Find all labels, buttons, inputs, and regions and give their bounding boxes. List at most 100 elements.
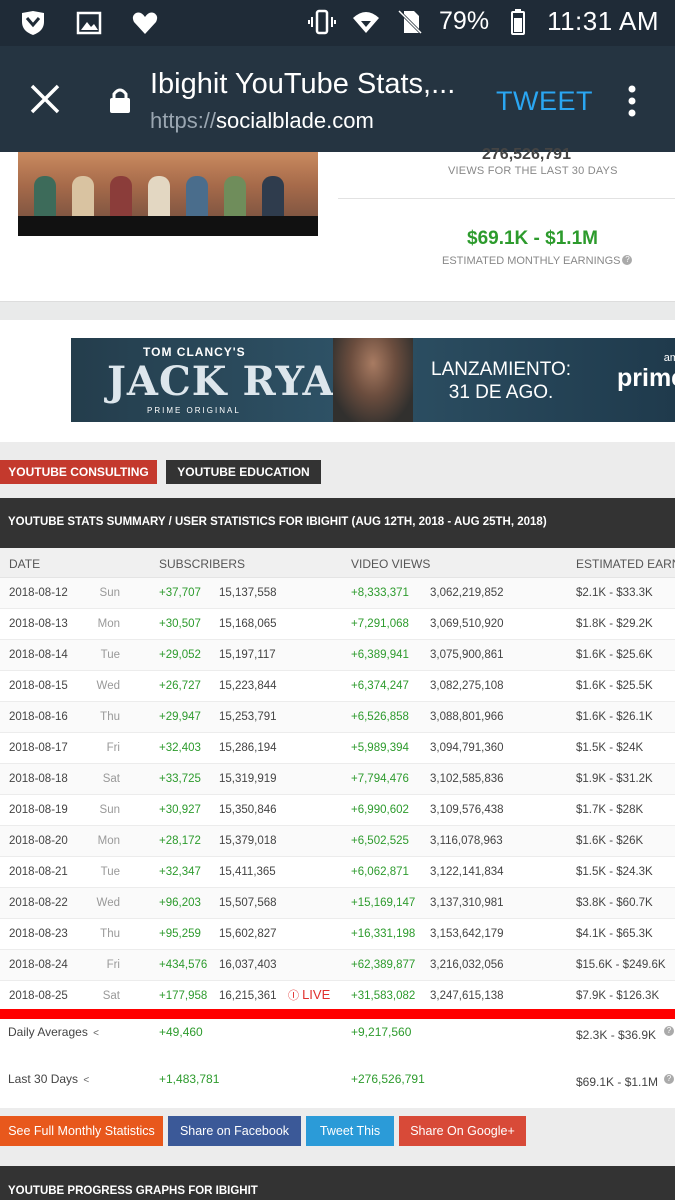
row-subscribers: 15,223,844 <box>219 680 277 692</box>
share-facebook-button[interactable]: Share on Facebook <box>168 1116 301 1146</box>
row-day: Thu <box>100 928 120 940</box>
last-30-days-text: Last 30 Days <box>8 1072 79 1086</box>
shield-icon <box>18 8 48 38</box>
table-row: 2018-08-12 Sun +37,707 15,137,558 +8,333,371… <box>0 578 675 609</box>
row-subscriber-gain: +30,927 <box>159 804 201 816</box>
row-subscribers: 16,037,403 <box>219 959 277 971</box>
row-date: 2018-08-22 <box>9 897 68 909</box>
row-subscribers: 15,137,558 <box>219 587 277 599</box>
table-row: 2018-08-18 Sat +33,725 15,319,919 +7,794,476… <box>0 764 675 795</box>
row-views: 3,137,310,981 <box>430 897 504 909</box>
row-views: 3,102,585,836 <box>430 773 504 785</box>
url-domain: socialblade.com <box>216 108 374 133</box>
stats-summary-title: YOUTUBE STATS SUMMARY / USER STATISTICS … <box>0 498 675 548</box>
row-view-gain: +6,502,525 <box>351 835 409 847</box>
row-date: 2018-08-23 <box>9 928 68 940</box>
row-views: 3,109,576,438 <box>430 804 504 816</box>
table-row: 2018-08-13 Mon +30,507 15,168,065 +7,291,068… <box>0 609 675 640</box>
ad-banner[interactable]: TOM CLANCY'S JACK RYAN PRIME ORIGINAL LA… <box>71 338 675 422</box>
table-row: 2018-08-25 Sat +177,958 16,215,361 +31,583,0… <box>0 981 675 1012</box>
row-day: Fri <box>106 959 120 971</box>
ad-brand-top: ama <box>663 352 675 364</box>
row-view-gain: +6,990,602 <box>351 804 409 816</box>
daily-earnings: $2.3K - $36.9K <box>576 1028 657 1042</box>
row-day: Fri <box>106 742 120 754</box>
row-view-gain: +31,583,082 <box>351 990 416 1002</box>
live-indicator[interactable]: Ⓘ LIVE <box>288 987 330 1003</box>
row-day: Thu <box>100 711 120 723</box>
ad-image <box>333 338 413 422</box>
row-view-gain: +5,989,394 <box>351 742 409 754</box>
ad-small-text: TOM CLANCY'S <box>143 345 246 359</box>
ad-brand-name: prime <box>617 364 675 392</box>
share-icon[interactable]: < <box>93 1028 99 1039</box>
url-protocol: https:// <box>150 108 217 133</box>
table-body: 2018-08-12 Sun +37,707 15,137,558 +8,333,371… <box>0 578 675 1012</box>
row-views: 3,062,219,852 <box>430 587 504 599</box>
ad-release-line1: LANZAMIENTO: <box>431 359 572 380</box>
more-options-icon[interactable] <box>622 84 642 118</box>
row-earnings: $1.5K - $24.3K <box>576 866 653 878</box>
row-subscribers: 15,168,065 <box>219 618 277 630</box>
row-day: Sat <box>102 990 120 1002</box>
row-earnings: $2.1K - $33.3K <box>576 587 653 599</box>
ad-release-line2: 31 DE AGO. <box>448 382 554 403</box>
row-view-gain: +6,374,247 <box>351 680 409 692</box>
progress-graphs-title: YOUTUBE PROGRESS GRAPHS FOR IBIGHIT <box>0 1166 675 1200</box>
row-earnings: $1.5K - $24K <box>576 742 644 754</box>
row-date: 2018-08-20 <box>9 835 68 847</box>
see-monthly-statistics-button[interactable]: See Full Monthly Statistics <box>0 1116 163 1146</box>
close-icon[interactable] <box>28 82 62 116</box>
tweet-button[interactable]: TWEET <box>496 86 593 117</box>
table-row: 2018-08-22 Wed +96,203 15,507,568 +15,169,14… <box>0 888 675 919</box>
help-icon[interactable]: ? <box>622 255 633 265</box>
row-subscriber-gain: +37,707 <box>159 587 201 599</box>
ad-brand: amaprime <box>617 352 675 393</box>
heart-icon <box>130 8 160 38</box>
help-icon[interactable]: ? <box>664 1026 674 1036</box>
table-row: 2018-08-16 Thu +29,947 15,253,791 +6,526,858… <box>0 702 675 733</box>
lock-icon <box>110 88 130 113</box>
tweet-this-button[interactable]: Tweet This <box>306 1116 394 1146</box>
row-views: 3,247,615,138 <box>430 990 504 1002</box>
daily-averages-label: Daily Averages < <box>8 1025 99 1039</box>
row-day: Tue <box>100 866 120 878</box>
row-earnings: $4.1K - $65.3K <box>576 928 653 940</box>
share-google-button[interactable]: Share On Google+ <box>399 1116 526 1146</box>
battery-icon <box>503 7 533 37</box>
row-earnings: $1.6K - $25.5K <box>576 680 653 692</box>
clock: 11:31 AM <box>547 6 659 36</box>
youtube-consulting-button[interactable]: YOUTUBE CONSULTING <box>0 460 157 484</box>
row-subscriber-gain: +96,203 <box>159 897 201 909</box>
row-view-gain: +8,333,371 <box>351 587 409 599</box>
table-row: 2018-08-17 Fri +32,403 15,286,194 +5,989,394… <box>0 733 675 764</box>
monthly-earnings-label: ESTIMATED MONTHLY EARNINGS? <box>442 255 633 267</box>
row-date: 2018-08-18 <box>9 773 68 785</box>
share-icon[interactable]: < <box>83 1075 89 1086</box>
row-date: 2018-08-19 <box>9 804 68 816</box>
row-view-gain: +6,389,941 <box>351 649 409 661</box>
row-date: 2018-08-17 <box>9 742 68 754</box>
table-row: 2018-08-23 Thu +95,259 15,602,827 +16,331,19… <box>0 919 675 950</box>
header-date: DATE <box>9 557 41 571</box>
row-view-gain: +16,331,198 <box>351 928 416 940</box>
row-subscriber-gain: +26,727 <box>159 680 201 692</box>
row-subscriber-gain: +434,576 <box>159 959 208 971</box>
row-subscriber-gain: +32,347 <box>159 866 201 878</box>
help-icon[interactable]: ? <box>664 1074 674 1084</box>
youtube-education-button[interactable]: YOUTUBE EDUCATION <box>166 460 321 484</box>
status-bar: 79% 11:31 AM <box>0 0 675 46</box>
table-row: 2018-08-14 Tue +29,052 15,197,117 +6,389,941… <box>0 640 675 671</box>
last-30-earnings: $69.1K - $1.1M <box>576 1075 659 1089</box>
highlight-line <box>0 1009 675 1019</box>
battery-percent: 79% <box>439 7 490 35</box>
row-date: 2018-08-15 <box>9 680 68 692</box>
row-views: 3,082,275,108 <box>430 680 504 692</box>
row-earnings: $1.7K - $28K <box>576 804 644 816</box>
last-30-subscribers: +1,483,781 <box>159 1072 220 1086</box>
row-subscribers: 15,379,018 <box>219 835 277 847</box>
row-view-gain: +7,794,476 <box>351 773 409 785</box>
row-day: Wed <box>96 897 120 909</box>
row-date: 2018-08-24 <box>9 959 68 971</box>
row-earnings: $7.9K - $126.3K <box>576 990 660 1002</box>
